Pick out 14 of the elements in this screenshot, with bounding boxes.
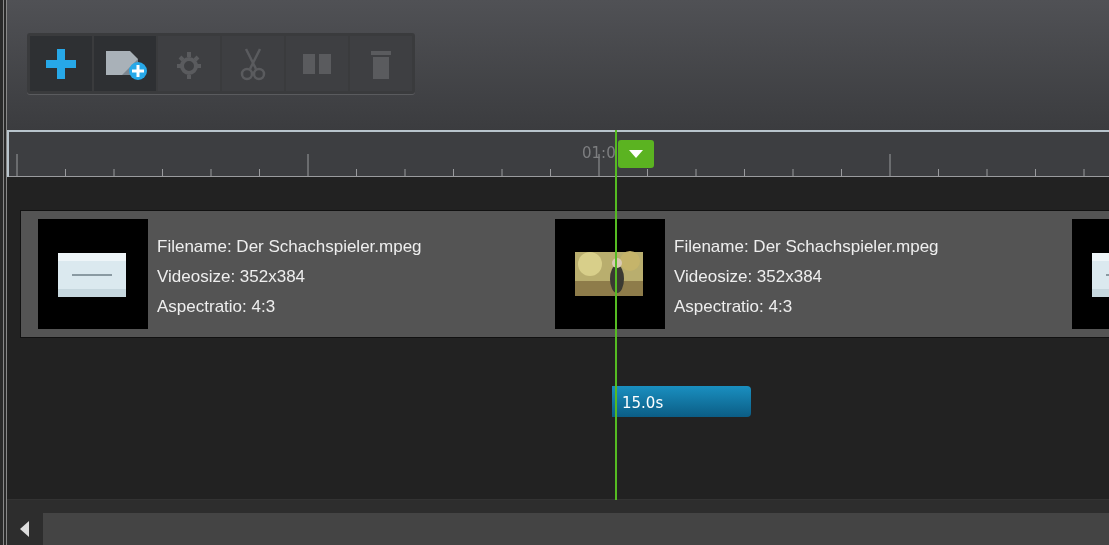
clip-info: Videosize: 352x384 bbox=[674, 266, 824, 288]
clip-info: Filename: Der Schachspieler.mpeg bbox=[674, 236, 939, 258]
playhead-marker[interactable] bbox=[618, 140, 654, 168]
clip-info: Aspectratio: 4:3 bbox=[674, 296, 794, 318]
plus-icon bbox=[44, 46, 78, 81]
time-label: 01:0 bbox=[582, 144, 616, 162]
clip-info: Videosize: 352x384 bbox=[157, 266, 307, 288]
toolbar-button[interactable] bbox=[30, 36, 92, 91]
duration-bar[interactable]: 15.0s bbox=[612, 386, 751, 417]
clip-info: Filename: Der Schachspieler.mpeg bbox=[157, 236, 422, 258]
toolbar-button[interactable] bbox=[94, 36, 156, 91]
left-arrow-icon bbox=[20, 521, 30, 537]
clip-info: Aspectratio: 4:3 bbox=[157, 296, 277, 318]
caret-icon bbox=[629, 150, 643, 158]
